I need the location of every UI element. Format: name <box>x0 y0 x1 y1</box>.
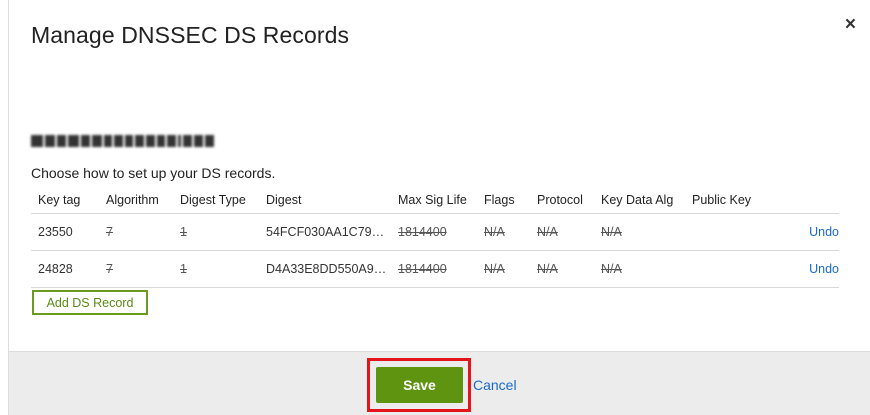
domain-name-redacted <box>31 135 214 149</box>
cell-public-key <box>685 250 785 288</box>
cancel-link[interactable]: Cancel <box>473 377 517 393</box>
cell-algorithm: 7 <box>99 213 173 251</box>
cell-max-sig-life: 1814400 <box>391 213 477 251</box>
col-header-action <box>785 188 839 214</box>
cell-protocol: N/A <box>530 213 594 251</box>
dialog-footer: Save Cancel <box>9 351 870 415</box>
undo-link[interactable]: Undo <box>809 262 839 276</box>
save-button[interactable]: Save <box>376 367 463 403</box>
cell-digest-type: 1 <box>173 213 259 251</box>
table-row: 24828 7 1 D4A33E8DD550A9… 1814400 N/A N/… <box>31 250 839 288</box>
cell-public-key <box>685 213 785 251</box>
col-header-public-key: Public Key <box>685 188 785 214</box>
cell-key-tag: 24828 <box>31 250 99 288</box>
cell-algorithm: 7 <box>99 250 173 288</box>
col-header-algorithm: Algorithm <box>99 188 173 214</box>
cell-protocol: N/A <box>530 250 594 288</box>
instructions-text: Choose how to set up your DS records. <box>31 165 276 181</box>
cell-flags: N/A <box>477 250 530 288</box>
table-row: 23550 7 1 54FCF030AA1C79… 1814400 N/A N/… <box>31 213 839 251</box>
col-header-key-data-alg: Key Data Alg <box>594 188 685 214</box>
cell-digest-type: 1 <box>173 250 259 288</box>
col-header-max-sig-life: Max Sig Life <box>391 188 477 214</box>
col-header-flags: Flags <box>477 188 530 214</box>
cell-key-tag: 23550 <box>31 213 99 251</box>
col-header-digest: Digest <box>259 188 391 214</box>
dialog-title: Manage DNSSEC DS Records <box>31 22 350 48</box>
cell-flags: N/A <box>477 213 530 251</box>
cell-key-data-alg: N/A <box>594 213 685 251</box>
cell-max-sig-life: 1814400 <box>391 250 477 288</box>
cell-key-data-alg: N/A <box>594 250 685 288</box>
col-header-digest-type: Digest Type <box>173 188 259 214</box>
cell-digest: D4A33E8DD550A9… <box>259 250 391 288</box>
add-ds-record-button[interactable]: Add DS Record <box>32 290 148 315</box>
undo-link[interactable]: Undo <box>809 225 839 239</box>
col-header-key-tag: Key tag <box>31 188 99 214</box>
col-header-protocol: Protocol <box>530 188 594 214</box>
close-icon[interactable]: × <box>845 15 856 34</box>
ds-records-table: Key tag Algorithm Digest Type Digest Max… <box>31 188 839 288</box>
cell-digest: 54FCF030AA1C79… <box>259 213 391 251</box>
table-header-row: Key tag Algorithm Digest Type Digest Max… <box>31 188 839 214</box>
dnssec-modal: × Manage DNSSEC DS Records Choose how to… <box>8 0 870 415</box>
